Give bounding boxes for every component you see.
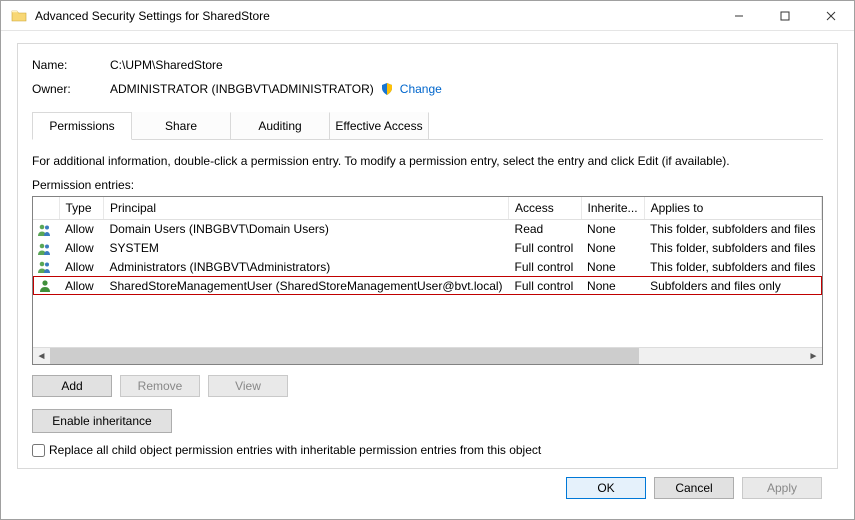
col-applies[interactable]: Applies to [644,197,821,220]
cell-access: Full control [509,258,581,277]
maximize-button[interactable] [762,1,808,31]
cell-applies: This folder, subfolders and files [644,239,821,258]
owner-label: Owner: [32,82,110,96]
cell-type: Allow [59,258,104,277]
cell-inherited: None [581,258,644,277]
cell-principal: Administrators (INBGBVT\Administrators) [104,258,509,277]
group-icon [37,242,53,256]
owner-row: Owner: ADMINISTRATOR (INBGBVT\ADMINISTRA… [32,82,823,96]
dialog-footer: OK Cancel Apply [17,469,838,509]
change-owner-link[interactable]: Change [400,82,442,96]
entry-buttons: Add Remove View [32,375,823,397]
content-area: Name: C:\UPM\SharedStore Owner: ADMINIST… [1,31,854,519]
cell-type: Allow [59,276,104,295]
shield-icon [380,82,394,96]
minimize-button[interactable] [716,1,762,31]
scroll-left-icon[interactable]: ◄ [33,348,50,364]
tab-effective-access[interactable]: Effective Access [329,112,429,139]
window: Advanced Security Settings for SharedSto… [0,0,855,520]
ok-button[interactable]: OK [566,477,646,499]
titlebar: Advanced Security Settings for SharedSto… [1,1,854,31]
cell-type: Allow [59,239,104,258]
cell-type: Allow [59,220,104,239]
group-icon [37,260,53,274]
tab-share[interactable]: Share [131,112,231,139]
entries-label: Permission entries: [32,178,823,192]
scroll-right-icon[interactable]: ► [805,348,822,364]
col-principal[interactable]: Principal [104,197,509,220]
cell-applies: This folder, subfolders and files [644,258,821,277]
cell-access: Read [509,220,581,239]
col-access[interactable]: Access [509,197,581,220]
add-button[interactable]: Add [32,375,112,397]
view-button[interactable]: View [208,375,288,397]
cell-principal: Domain Users (INBGBVT\Domain Users) [104,220,509,239]
cell-applies: This folder, subfolders and files [644,220,821,239]
cell-access: Full control [509,239,581,258]
col-icon[interactable] [33,197,59,220]
horizontal-scrollbar[interactable]: ◄ ► [33,347,822,364]
replace-checkbox-row[interactable]: Replace all child object permission entr… [32,443,823,457]
apply-button[interactable]: Apply [742,477,822,499]
tab-permissions[interactable]: Permissions [32,112,132,140]
replace-checkbox-label: Replace all child object permission entr… [49,443,541,457]
table-row[interactable]: Allow SYSTEM Full control None This fold… [33,239,822,258]
cell-inherited: None [581,220,644,239]
name-label: Name: [32,58,110,72]
close-button[interactable] [808,1,854,31]
col-inherited[interactable]: Inherite... [581,197,644,220]
name-row: Name: C:\UPM\SharedStore [32,58,823,72]
owner-value: ADMINISTRATOR (INBGBVT\ADMINISTRATOR) [110,82,374,96]
info-text: For additional information, double-click… [32,154,823,168]
cancel-button[interactable]: Cancel [654,477,734,499]
table-header-row: Type Principal Access Inherite... Applie… [33,197,822,220]
user-icon [37,279,53,293]
group-icon [37,223,53,237]
tab-auditing[interactable]: Auditing [230,112,330,139]
table-row[interactable]: Allow SharedStoreManagementUser (SharedS… [33,276,822,295]
cell-principal: SYSTEM [104,239,509,258]
tab-strip: Permissions Share Auditing Effective Acc… [32,112,823,140]
table-row[interactable]: Allow Administrators (INBGBVT\Administra… [33,258,822,277]
remove-button[interactable]: Remove [120,375,200,397]
replace-checkbox[interactable] [32,444,45,457]
permission-table: Type Principal Access Inherite... Applie… [32,196,823,365]
window-title: Advanced Security Settings for SharedSto… [35,9,716,23]
table-row[interactable]: Allow Domain Users (INBGBVT\Domain Users… [33,220,822,239]
folder-icon [11,8,27,24]
inner-panel: Name: C:\UPM\SharedStore Owner: ADMINIST… [17,43,838,469]
col-type[interactable]: Type [59,197,104,220]
scroll-thumb[interactable] [50,348,639,364]
name-value: C:\UPM\SharedStore [110,58,223,72]
enable-inheritance-button[interactable]: Enable inheritance [32,409,172,433]
cell-principal: SharedStoreManagementUser (SharedStoreMa… [104,276,509,295]
cell-inherited: None [581,276,644,295]
cell-inherited: None [581,239,644,258]
cell-access: Full control [509,276,581,295]
cell-applies: Subfolders and files only [644,276,821,295]
